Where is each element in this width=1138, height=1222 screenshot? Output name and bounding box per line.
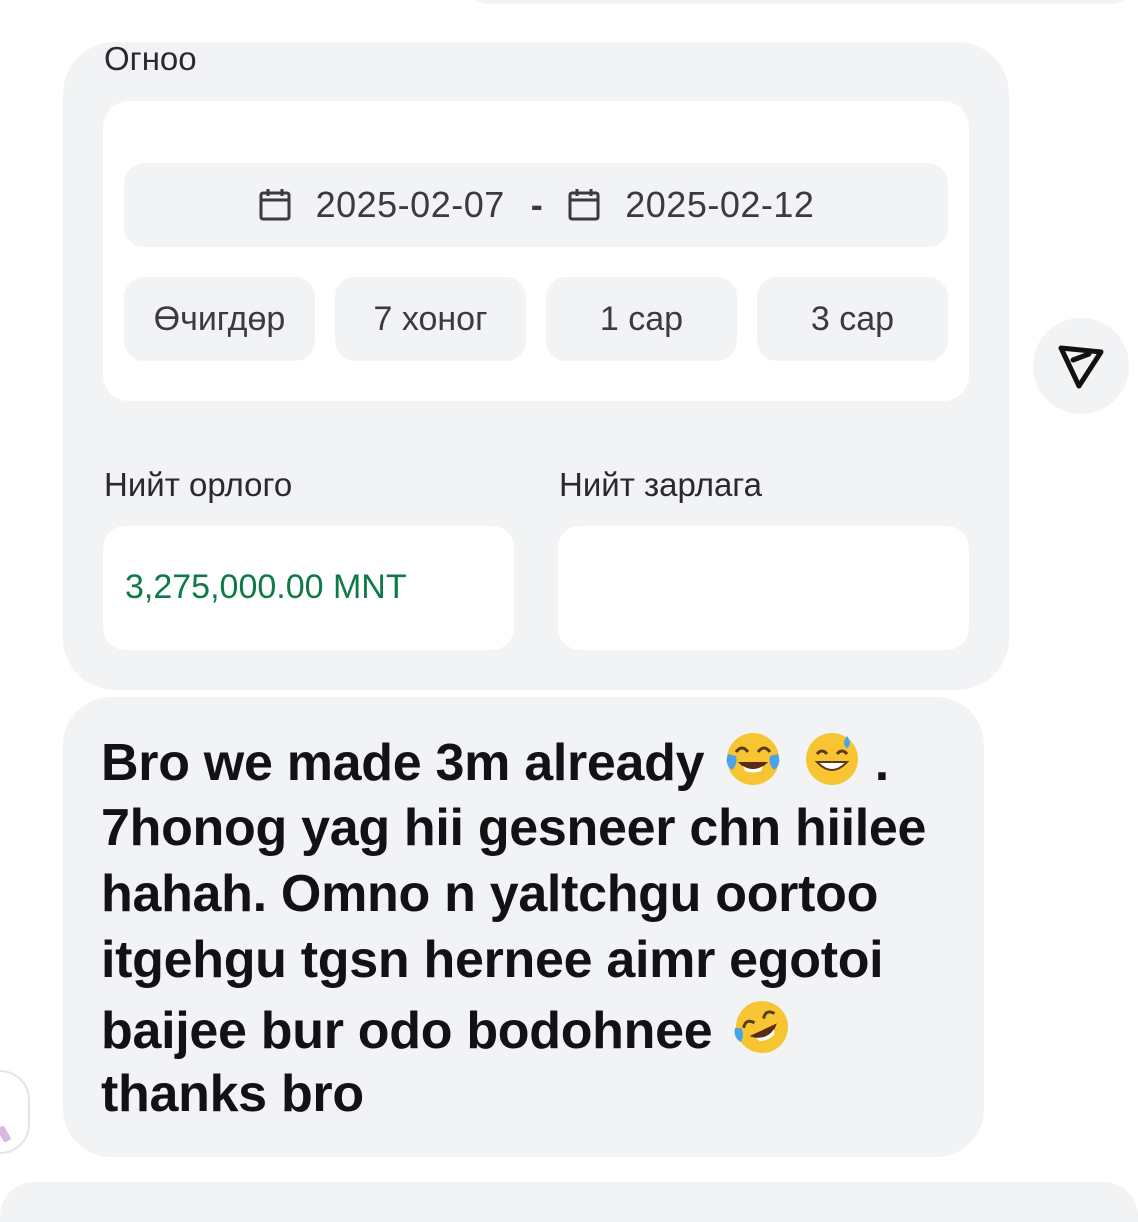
next-message-edge — [0, 1182, 1138, 1222]
calendar-icon — [259, 189, 291, 221]
message-text: baijee bur odo bodohnee — [101, 1002, 713, 1060]
date-section-label: Огноо — [104, 40, 197, 77]
message-line: thanks bro — [101, 1064, 364, 1124]
rolling-on-the-floor-laughing-icon — [734, 1001, 788, 1053]
message-line: hahah. Omno n yaltchgu oortoo — [101, 864, 878, 924]
message-line: itgehgu tgsn hernee aimr egotoi — [101, 930, 884, 990]
total-expense-label: Нийт зарлага — [559, 466, 762, 503]
total-income-label: Нийт орлого — [104, 466, 293, 503]
avatar-image — [0, 1125, 12, 1143]
calendar-icon — [568, 189, 600, 221]
message-text: thanks bro — [101, 1065, 364, 1123]
message-line: Bro we made 3m already . — [101, 730, 889, 793]
date-range-picker[interactable]: 2025-02-07 - 2025-02-12 — [124, 163, 948, 247]
message-line: baijee bur odo bodohnee — [101, 998, 791, 1061]
avatar[interactable] — [0, 1070, 30, 1154]
message-text: hahah. Omno n yaltchgu oortoo — [101, 865, 879, 923]
face-with-tears-of-joy-icon — [727, 733, 780, 785]
previous-message-edge — [460, 0, 1138, 4]
message-text: itgehgu tgsn hernee aimr egotoi — [101, 931, 884, 989]
send-button[interactable] — [1033, 318, 1129, 414]
preset-1-month-button[interactable]: 1 сар — [546, 277, 737, 361]
total-income-box: 3,275,000.00 MNT — [103, 526, 514, 650]
send-icon — [1058, 345, 1104, 389]
total-expense-box — [558, 526, 969, 650]
date-separator: - — [530, 184, 544, 225]
message-text: 7honog yag hii gesneer chn hiilee — [101, 799, 927, 857]
end-date[interactable]: 2025-02-12 — [625, 184, 814, 226]
preset-7-days-button[interactable]: 7 хоног — [335, 277, 526, 361]
start-date[interactable]: 2025-02-07 — [316, 184, 505, 226]
message-text: Bro we made 3m already — [101, 734, 705, 792]
message-line: 7honog yag hii gesneer chn hiilee — [101, 798, 926, 858]
message-punctuation: . — [874, 734, 889, 792]
preset-yesterday-button[interactable]: Өчигдөр — [124, 277, 315, 361]
grinning-face-with-sweat-icon — [805, 733, 858, 785]
preset-3-months-button[interactable]: 3 сар — [757, 277, 948, 361]
total-income-value: 3,275,000.00 MNT — [125, 568, 407, 606]
